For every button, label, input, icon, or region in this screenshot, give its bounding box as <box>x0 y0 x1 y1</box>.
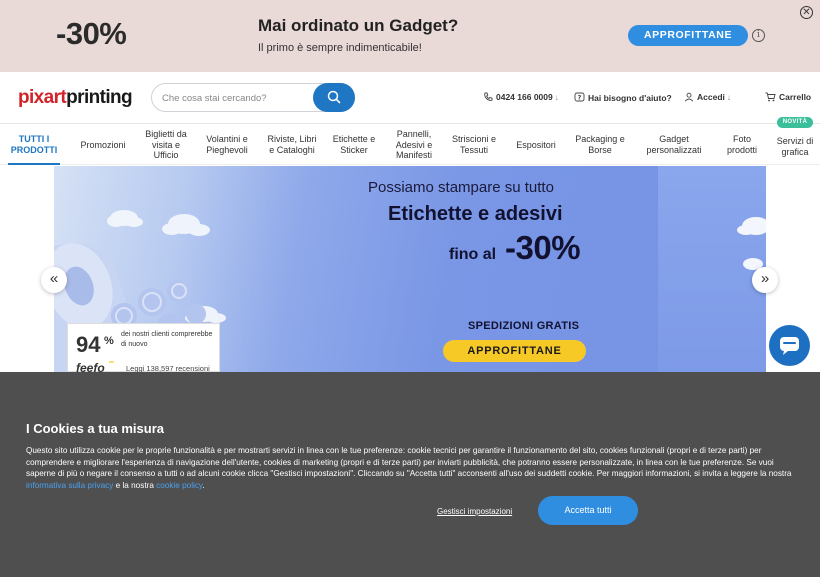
hero-tagline: Possiamo stampare su tutto <box>368 179 554 196</box>
new-badge: NOVITÀ <box>777 117 813 128</box>
next-slide-preview <box>658 166 766 372</box>
nav-item-banners[interactable]: Striscioni e Tessuti <box>448 125 500 165</box>
nav-item-business-cards[interactable]: Biglietti da visita e Ufficio <box>142 125 190 165</box>
category-nav: TUTTI I PRODOTTI Promozioni Biglietti da… <box>0 125 820 165</box>
nav-active-indicator <box>8 163 60 165</box>
cookie-text-and: e la nostra <box>113 480 157 490</box>
hero-discount-prefix: fino al <box>449 246 497 263</box>
rating-percent: 94 <box>76 332 101 357</box>
accept-all-button[interactable]: Accetta tutti <box>538 496 638 525</box>
nav-item-all-products[interactable]: TUTTI I PRODOTTI <box>4 125 64 165</box>
promo-banner: -30% Mai ordinato un Gadget? Il primo è … <box>0 0 820 72</box>
search-button[interactable] <box>313 83 355 112</box>
nav-item-flyers[interactable]: Volantini e Pieghevoli <box>199 125 255 165</box>
nav-item-panels[interactable]: Pannelli, Adesivi e Manifesti <box>390 125 438 165</box>
cookie-title: I Cookies a tua misura <box>26 421 164 436</box>
nav-item-magazines[interactable]: Riviste, Libri e Cataloghi <box>266 125 318 165</box>
logo-part-printing: printing <box>66 87 133 108</box>
help-link[interactable]: ? Hai bisogno d'aiuto? <box>574 92 672 103</box>
hero-cta-button[interactable]: APPROFITTANE <box>443 340 586 362</box>
cookie-consent-panel: I Cookies a tua misura Questo sito utili… <box>0 372 820 577</box>
search-icon <box>327 90 341 104</box>
cart-label: Carrello <box>779 92 812 102</box>
nav-item-gadgets[interactable]: Gadget personalizzati <box>638 125 710 165</box>
chevron-down-icon: ↓ <box>726 93 731 102</box>
carousel-next-button[interactable]: » <box>752 267 778 293</box>
feefo-logo-superscript: ᵉʳᵉ <box>109 360 115 366</box>
help-label: Hai bisogno d'aiuto? <box>588 93 672 103</box>
cloud-icon <box>737 217 766 270</box>
search-input[interactable] <box>162 90 312 106</box>
privacy-policy-link[interactable]: informativa sulla privacy <box>26 481 113 490</box>
phone-link[interactable]: 0424 166 0009 ↓ <box>483 92 559 102</box>
nav-item-labels[interactable]: Etichette e Sticker <box>329 125 379 165</box>
hero-shipping: SPEDIZIONI GRATIS <box>468 320 580 332</box>
feefo-rating-widget[interactable]: 94 % dei nostri clienti comprerebbe di n… <box>67 323 220 375</box>
login-label: Accedi <box>697 92 725 102</box>
phone-number: 0424 166 0009 <box>496 92 553 102</box>
cookie-policy-link[interactable]: cookie policy <box>156 481 202 490</box>
rating-text: dei nostri clienti comprerebbe di nuovo <box>121 331 213 348</box>
chat-icon <box>780 337 799 355</box>
phone-icon <box>484 92 493 101</box>
promo-subtitle: Il primo è sempre indimenticabile! <box>258 42 422 54</box>
hero-discount: -30% <box>505 229 581 266</box>
hero-title: Etichette e adesivi <box>388 203 563 225</box>
promo-discount: -30% <box>56 16 127 51</box>
site-header: pixartprinting 0424 166 0009↓ ?Hai bisog… <box>0 72 820 124</box>
svg-text:?: ? <box>578 94 582 102</box>
help-icon: ? <box>574 92 585 102</box>
nav-item-product-photos[interactable]: Foto prodotti <box>718 125 766 165</box>
chevron-double-left-icon: « <box>49 270 59 287</box>
chevron-double-right-icon: » <box>760 270 770 287</box>
chevron-down-icon: ↓ <box>554 93 559 102</box>
cookie-text-end: . <box>202 480 205 490</box>
cookie-text-body: Questo sito utilizza cookie per le propr… <box>26 446 792 479</box>
search-bar <box>151 83 355 112</box>
cookie-text: Questo sito utilizza cookie per le propr… <box>26 445 796 491</box>
promo-title: Mai ordinato un Gadget? <box>258 16 459 35</box>
logo-part-pixart: pixart <box>18 87 67 108</box>
info-icon[interactable]: i <box>752 29 765 42</box>
login-link[interactable]: Accedi ↓ <box>684 92 731 102</box>
close-icon[interactable]: ✕ <box>800 6 813 19</box>
nav-item-packaging[interactable]: Packaging e Borse <box>572 125 628 165</box>
carousel-prev-button[interactable]: « <box>41 267 67 293</box>
promo-cta-button[interactable]: APPROFITTANE <box>628 25 748 46</box>
rating-percent-sign: % <box>104 335 114 347</box>
manage-settings-button[interactable]: Gestisci impostazioni <box>437 507 512 516</box>
nav-item-displays[interactable]: Espositori <box>508 125 564 165</box>
nav-item-promotions[interactable]: Promozioni <box>73 125 133 165</box>
cart-link[interactable]: Carrello <box>765 92 811 102</box>
nav-item-graphic-services[interactable]: Servizi di grafica <box>774 125 816 165</box>
cart-icon <box>765 92 776 102</box>
user-icon <box>684 92 694 102</box>
logo[interactable]: pixartprinting <box>18 87 133 109</box>
chat-button[interactable] <box>769 325 810 366</box>
